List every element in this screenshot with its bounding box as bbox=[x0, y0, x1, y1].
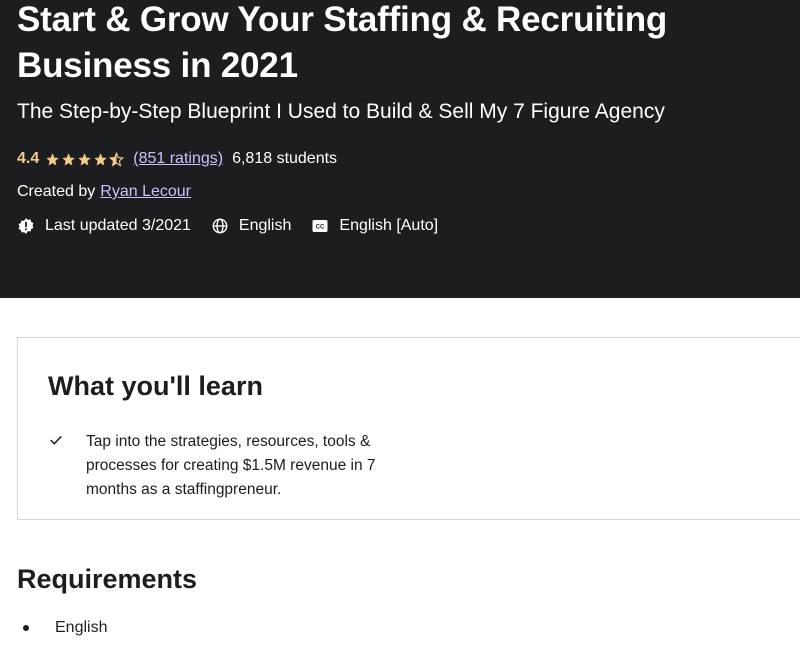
course-subtitle: The Step-by-Step Blueprint I Used to Bui… bbox=[17, 100, 665, 123]
course-captions: CC English [Auto] bbox=[311, 217, 438, 235]
svg-text:CC: CC bbox=[316, 225, 325, 231]
star-icon bbox=[94, 152, 107, 165]
check-icon bbox=[50, 435, 62, 445]
course-header: Start & Grow Your Staffing & Recruiting … bbox=[0, 0, 800, 298]
learn-section-title: What you'll learn bbox=[48, 371, 263, 401]
rating-value: 4.4 bbox=[17, 150, 40, 167]
requirements-title: Requirements bbox=[17, 564, 198, 594]
course-title: Start & Grow Your Staffing & Recruiting … bbox=[17, 0, 668, 85]
created-by-row: Created by Ryan Lecour bbox=[17, 181, 191, 203]
course-language: English bbox=[211, 217, 291, 235]
language-text: English bbox=[238, 217, 292, 234]
created-by-label: Created by bbox=[17, 183, 96, 200]
star-icon bbox=[62, 152, 75, 165]
requirement-list-item: English bbox=[17, 619, 107, 637]
star-icon bbox=[78, 152, 91, 165]
star-rating bbox=[45, 151, 125, 167]
globe-icon bbox=[212, 218, 228, 234]
bullet-icon bbox=[23, 625, 29, 631]
requirement-text: English bbox=[55, 619, 108, 636]
ratings-count-link[interactable]: (851 ratings) bbox=[133, 150, 223, 168]
alert-badge-icon bbox=[18, 218, 34, 234]
star-icon bbox=[46, 152, 59, 165]
last-updated-text: Last updated 3/2021 bbox=[45, 217, 191, 234]
what-you-will-learn-box: What you'll learn Tap into the strategie… bbox=[17, 337, 800, 520]
course-meta-row: Last updated 3/2021 English CC English [… bbox=[17, 214, 458, 238]
learn-item-text: Tap into the strategies, resources, tool… bbox=[86, 433, 376, 498]
students-count: 6,818 students bbox=[232, 150, 338, 167]
last-updated: Last updated 3/2021 bbox=[17, 217, 191, 235]
half-star-icon bbox=[109, 151, 125, 167]
learn-list-item: Tap into the strategies, resources, tool… bbox=[48, 430, 428, 502]
rating-row: 4.4 (851 ratings) 6,818 students bbox=[17, 148, 337, 170]
instructor-link[interactable]: Ryan Lecour bbox=[100, 183, 191, 201]
captions-text: English [Auto] bbox=[339, 217, 439, 234]
closed-captions-icon: CC bbox=[312, 220, 328, 232]
